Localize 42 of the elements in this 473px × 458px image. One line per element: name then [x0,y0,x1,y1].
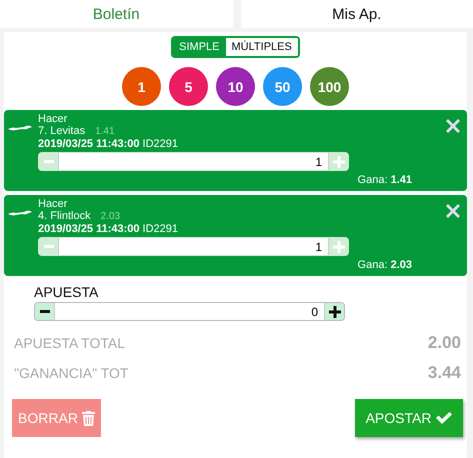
minus-icon [40,310,50,313]
total-label: "GANANCIA" TOT [14,365,128,381]
odds-value: 1.41 [95,126,115,138]
close-button[interactable] [445,203,461,219]
close-button[interactable] [445,118,461,134]
event-id: ID2291 [142,223,178,235]
total-value: 2.00 [428,333,461,353]
tab[interactable]: Boletín [0,0,232,28]
stake-chip[interactable]: 100 [310,67,349,106]
race-datetime: 2019/03/25 11:43:00 [38,223,140,235]
mode-option[interactable]: SIMPLE [173,38,226,56]
stake-stepper[interactable]: 1 [38,152,349,171]
plus-icon [332,240,344,252]
stake-chip[interactable]: 1 [122,67,161,106]
decrease-button[interactable] [35,303,54,320]
stake-field[interactable]: 1 [58,153,329,170]
odds-value: 2.03 [100,211,120,223]
win-amount: Gana: 2.03 [358,259,412,271]
race-datetime: 2019/03/25 11:43:00 [38,138,140,150]
tab[interactable]: Mis Ap. [240,0,473,28]
win-amount: Gana: 1.41 [358,174,412,186]
stake-chip[interactable]: 5 [169,67,208,106]
stake-label: APUESTA [34,284,100,300]
stake-stepper[interactable]: 0 [34,302,345,321]
stake-field[interactable]: 0 [54,303,325,320]
runner-name: 7. Levitas [38,125,86,137]
stake-chip[interactable]: 10 [216,67,255,106]
increase-button[interactable] [325,303,344,320]
check-icon [436,412,452,424]
stake-stepper[interactable]: 1 [38,237,349,256]
event-id: ID2291 [142,138,178,150]
runner-name: 4. Flintlock [38,210,91,222]
plus-icon [332,156,344,168]
total-value: 3.44 [428,363,461,383]
minus-icon [44,245,54,248]
stake-field[interactable]: 1 [58,238,329,255]
plus-icon [328,306,340,318]
trash-icon [82,410,95,426]
minus-icon [44,160,54,163]
market-label: Hacer [38,198,68,210]
total-label: APUESTA TOTAL [14,335,126,351]
market-label: Hacer [38,113,68,125]
